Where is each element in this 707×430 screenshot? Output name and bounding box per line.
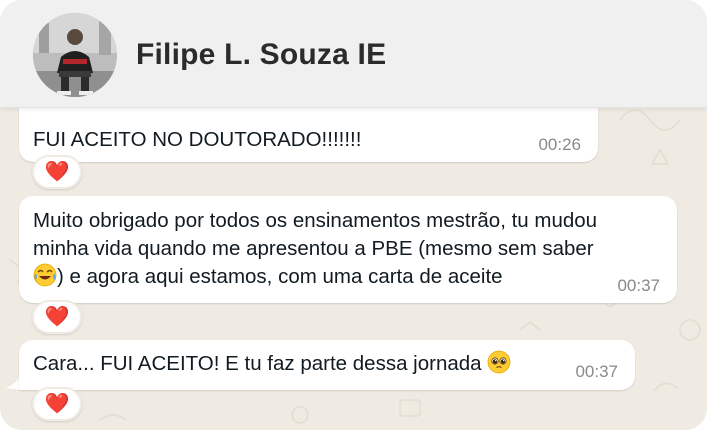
- message-text: FUI ACEITO NO DOUTORADO!!!!!!!: [33, 128, 362, 151]
- heart-reaction[interactable]: ❤️: [32, 300, 82, 334]
- heart-icon: ❤️: [44, 393, 70, 415]
- pleading-face-icon: [487, 350, 511, 374]
- message-text-line-with-emoji: ) e agora aqui estamos, com uma carta de…: [33, 263, 503, 291]
- message-bubble[interactable]: Cara... FUI ACEITO! E tu faz parte dessa…: [19, 340, 635, 390]
- message-timestamp: 00:37: [617, 276, 660, 295]
- message-text: ) e agora aqui estamos, com uma carta de…: [57, 265, 503, 288]
- contact-photo: [33, 13, 117, 97]
- chat-header: Filipe L. Souza IE: [0, 0, 707, 108]
- heart-icon: ❤️: [44, 306, 70, 328]
- face-with-tears-of-joy-icon: [33, 263, 57, 287]
- message-text-with-emoji: Cara... FUI ACEITO! E tu faz parte dessa…: [33, 350, 511, 378]
- message-bubble[interactable]: FUI ACEITO NO DOUTORADO!!!!!!! 00:26: [19, 104, 598, 162]
- message-timestamp: 00:26: [538, 135, 581, 154]
- heart-icon: ❤️: [44, 161, 70, 183]
- contact-name[interactable]: Filipe L. Souza IE: [136, 38, 386, 72]
- heart-reaction[interactable]: ❤️: [32, 387, 82, 421]
- message-text-line: Muito obrigado por todos os ensinamentos…: [33, 209, 598, 232]
- heart-reaction[interactable]: ❤️: [32, 155, 82, 189]
- avatar[interactable]: [33, 13, 117, 97]
- chat-window: FUI ACEITO NO DOUTORADO!!!!!!! 00:26 ❤️ …: [0, 0, 707, 430]
- message-timestamp: 00:37: [575, 362, 618, 381]
- message-text-line: minha vida quando me apresentou a PBE (m…: [33, 237, 594, 260]
- message-bubble[interactable]: Muito obrigado por todos os ensinamentos…: [19, 196, 677, 303]
- message-text: Cara... FUI ACEITO! E tu faz parte dessa…: [33, 352, 482, 375]
